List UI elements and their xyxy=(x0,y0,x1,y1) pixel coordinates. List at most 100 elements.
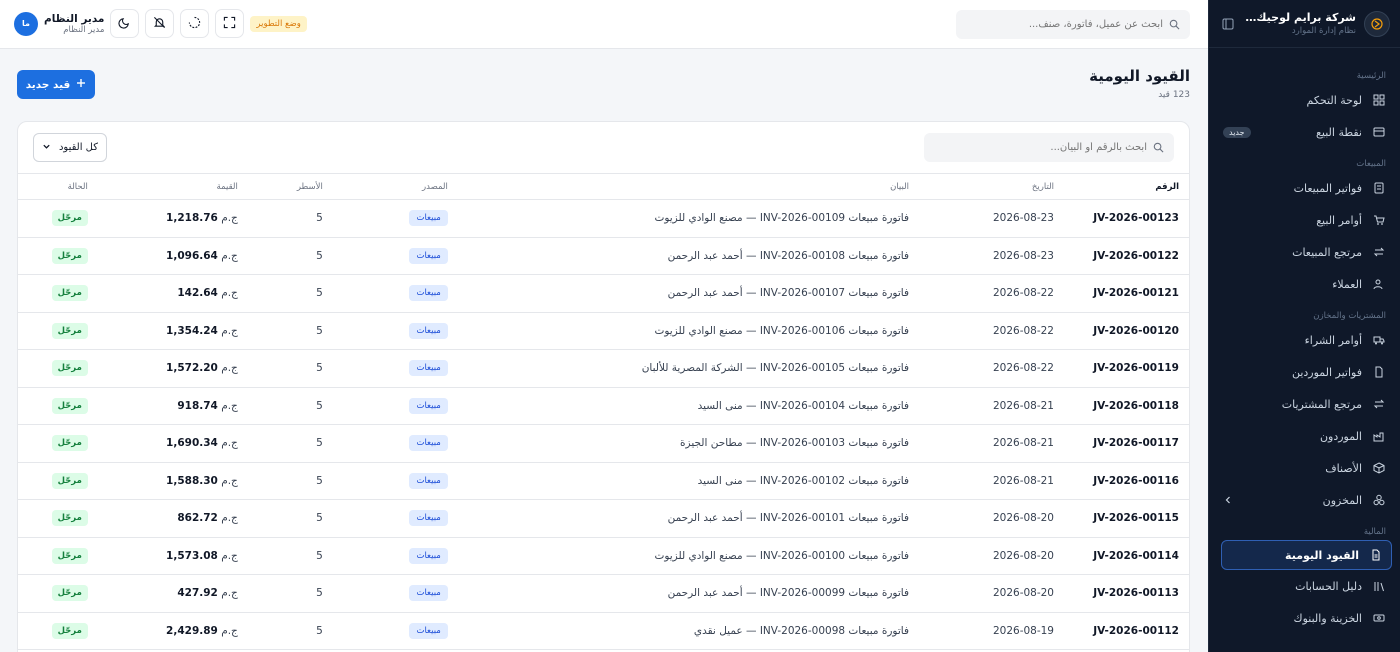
avatar[interactable]: ما xyxy=(14,11,38,36)
entry-status: مرحّل xyxy=(18,537,98,575)
column-header-value[interactable]: القيمة xyxy=(97,173,238,200)
table-row[interactable]: JV-2026-00117 2026-08-21 فاتورة مبيعات INV… xyxy=(18,424,1189,463)
table-row[interactable]: JV-2026-00114 2026-08-20 فاتورة مبيعات INV… xyxy=(18,537,1189,575)
entry-number[interactable]: JV-2026-00122 xyxy=(1054,237,1189,275)
plus-icon xyxy=(76,78,86,91)
table-row[interactable]: JV-2026-00118 2026-08-21 فاتورة مبيعات INV… xyxy=(18,387,1189,425)
entry-status: مرحّل xyxy=(18,387,98,425)
sidebar-collapse-icon[interactable] xyxy=(1219,15,1237,33)
entry-source: مبيعات xyxy=(322,237,448,275)
entry-number[interactable]: JV-2026-00114 xyxy=(1054,537,1189,575)
table-search[interactable] xyxy=(924,133,1174,162)
fullscreen-button[interactable] xyxy=(215,9,245,38)
register-icon xyxy=(1372,125,1386,139)
entry-number[interactable]: JV-2026-00115 xyxy=(1054,499,1189,538)
entry-status: مرحّل xyxy=(18,462,98,500)
entry-source: مبيعات xyxy=(322,499,448,538)
entry-source: مبيعات xyxy=(322,537,448,575)
theme-toggle-button[interactable] xyxy=(110,9,140,38)
entry-lines: 5 xyxy=(237,349,323,388)
truck-icon xyxy=(1372,333,1386,347)
column-header-source[interactable]: المصدر xyxy=(322,173,448,200)
entry-description: فاتورة مبيعات INV-2026-00107 — أحمد عبد … xyxy=(447,274,909,313)
column-header-number[interactable]: الرقم xyxy=(1054,173,1189,200)
sidebar-item-purchase-returns[interactable]: مرتجع المشتريات xyxy=(1209,388,1400,420)
sidebar-item-label: القيود اليومية xyxy=(1285,548,1359,562)
source-badge: مبيعات xyxy=(409,322,448,339)
global-search-input[interactable] xyxy=(966,19,1163,30)
bell-off-icon xyxy=(153,14,166,33)
entry-lines: 5 xyxy=(237,574,323,613)
table-row[interactable]: JV-2026-00123 2026-08-23 فاتورة مبيعات INV… xyxy=(18,199,1189,238)
status-badge: مرحّل xyxy=(51,622,88,639)
entry-number[interactable]: JV-2026-00118 xyxy=(1054,387,1189,425)
entries-filter-select[interactable]: كل القيود xyxy=(33,133,107,162)
entry-number[interactable]: JV-2026-00112 xyxy=(1054,612,1189,650)
sidebar-item-suppliers[interactable]: الموردون xyxy=(1209,420,1400,452)
source-badge: مبيعات xyxy=(409,397,448,414)
entry-number[interactable]: JV-2026-00120 xyxy=(1054,312,1189,350)
entry-number[interactable]: JV-2026-00121 xyxy=(1054,274,1189,313)
chevron-left-icon[interactable] xyxy=(1223,495,1233,505)
entry-date: 2026-08-22 xyxy=(909,349,1054,388)
table-row[interactable]: JV-2026-00116 2026-08-21 فاتورة مبيعات INV… xyxy=(18,462,1189,500)
sidebar-item-items[interactable]: الأصناف xyxy=(1209,452,1400,484)
swap-icon xyxy=(1372,397,1386,411)
sidebar-item-label: أوامر البيع xyxy=(1316,213,1362,227)
table-search-input[interactable] xyxy=(934,142,1147,153)
sidebar-item-customers[interactable]: العملاء xyxy=(1209,268,1400,300)
sidebar-item-sales-returns[interactable]: مرتجع المبيعات xyxy=(1209,236,1400,268)
entry-number[interactable]: JV-2026-00117 xyxy=(1054,424,1189,463)
table-row[interactable]: JV-2026-00122 2026-08-23 فاتورة مبيعات INV… xyxy=(18,237,1189,275)
column-header-description[interactable]: البيان xyxy=(447,173,909,200)
entry-description: فاتورة مبيعات INV-2026-00102 — منى السيد xyxy=(447,462,909,500)
entry-status: مرحّل xyxy=(18,574,98,613)
currency-label: ج.م xyxy=(221,324,238,337)
sidebar-item-supplier-invoices[interactable]: فواتير الموردين xyxy=(1209,356,1400,388)
users-icon xyxy=(1372,277,1386,291)
sidebar-section-main: الرئيسية xyxy=(1356,71,1386,81)
sidebar-item-treasury[interactable]: الخزينة والبنوك xyxy=(1209,602,1400,634)
currency-label: ج.م xyxy=(221,549,238,562)
table-row[interactable]: JV-2026-00112 2026-08-19 فاتورة مبيعات INV… xyxy=(18,612,1189,650)
sidebar-item-sales-invoices[interactable]: فواتير المبيعات xyxy=(1209,172,1400,204)
sidebar-item-chart-accounts[interactable]: دليل الحسابات xyxy=(1209,570,1400,602)
new-badge: جديد xyxy=(1223,126,1251,138)
entry-value: ج.م 1,096.64 xyxy=(97,237,238,275)
table-row[interactable]: JV-2026-00121 2026-08-22 فاتورة مبيعات INV… xyxy=(18,274,1189,313)
entry-date: 2026-08-19 xyxy=(909,612,1054,650)
table-row[interactable]: JV-2026-00119 2026-08-22 فاتورة مبيعات INV… xyxy=(18,349,1189,388)
loader-button[interactable] xyxy=(180,9,210,38)
currency-label: ج.م xyxy=(221,437,238,450)
entry-value: ج.م 1,218.76 xyxy=(97,199,238,238)
sidebar-item-sales-orders[interactable]: أوامر البيع xyxy=(1209,204,1400,236)
column-header-date[interactable]: التاريخ xyxy=(909,173,1054,200)
entry-number[interactable]: JV-2026-00116 xyxy=(1054,462,1189,500)
entry-number[interactable]: JV-2026-00113 xyxy=(1054,574,1189,613)
table-row[interactable]: JV-2026-00120 2026-08-22 فاتورة مبيعات INV… xyxy=(18,312,1189,350)
column-header-lines[interactable]: الأسطر xyxy=(237,173,323,200)
entry-number[interactable]: JV-2026-00119 xyxy=(1054,349,1189,388)
sidebar-item-inventory[interactable]: المخزون xyxy=(1209,484,1400,516)
sidebar-item-pos[interactable]: نقطة البيع جديد xyxy=(1209,116,1400,148)
status-badge: مرحّل xyxy=(51,472,88,489)
status-badge: مرحّل xyxy=(51,435,88,452)
sidebar-item-journal[interactable]: القيود اليومية xyxy=(1221,540,1392,570)
status-badge: مرحّل xyxy=(51,585,88,602)
table-row[interactable]: JV-2026-00113 2026-08-20 فاتورة مبيعات INV… xyxy=(18,574,1189,613)
entry-status: مرحّل xyxy=(18,349,98,388)
notifications-button[interactable] xyxy=(145,9,175,38)
column-header-status[interactable]: الحالة xyxy=(18,173,98,200)
entry-number[interactable]: JV-2026-00123 xyxy=(1054,199,1189,238)
new-entry-button[interactable]: قيد جديد xyxy=(17,70,95,99)
currency-label: ج.م xyxy=(221,249,238,262)
sidebar-item-dashboard[interactable]: لوحة التحكم xyxy=(1209,84,1400,116)
global-search[interactable] xyxy=(956,10,1190,39)
table-row[interactable]: JV-2026-00115 2026-08-20 فاتورة مبيعات INV… xyxy=(18,499,1189,538)
entry-source: مبيعات xyxy=(322,462,448,500)
sidebar-item-purchase-orders[interactable]: أوامر الشراء xyxy=(1209,324,1400,356)
sidebar-item-label: مرتجع المبيعات xyxy=(1292,245,1362,259)
journal-table-card: كل القيود الرقم التاريخ البيان المصدر ال… xyxy=(17,121,1190,652)
user-menu[interactable]: ما مدير النظام مدير النظام xyxy=(14,11,104,36)
banknote-icon xyxy=(1372,611,1386,625)
